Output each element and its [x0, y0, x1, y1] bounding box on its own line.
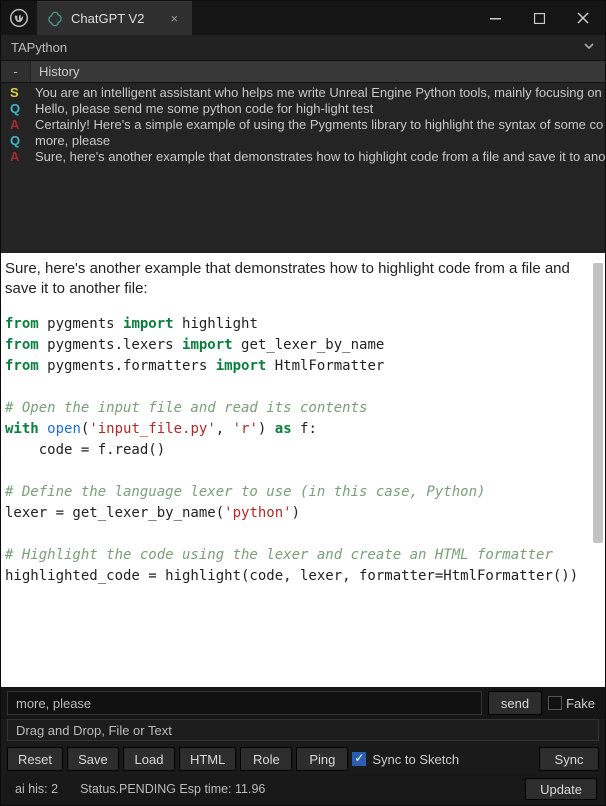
subheader-label: TAPython — [11, 40, 67, 55]
sync-sketch-checkbox[interactable] — [352, 752, 366, 766]
role-button[interactable]: Role — [240, 747, 292, 771]
dragdrop-area[interactable]: Drag and Drop, File or Text — [7, 719, 599, 741]
response-intro-text: Sure, here's another example that demons… — [5, 259, 585, 300]
tab-close-icon[interactable]: × — [170, 12, 178, 25]
load-button[interactable]: Load — [123, 747, 175, 771]
window-tab[interactable]: ChatGPT V2 × — [37, 1, 192, 35]
history-item[interactable]: Q more, please — [1, 133, 605, 149]
ping-button[interactable]: Ping — [296, 747, 348, 771]
save-button[interactable]: Save — [67, 747, 119, 771]
titlebar: ChatGPT V2 × — [1, 1, 605, 35]
input-row: send Fake — [1, 687, 605, 719]
app-logo — [1, 1, 37, 35]
status-pending: Status.PENDING Esp time: 11.96 — [80, 782, 265, 796]
response-panel: Sure, here's another example that demons… — [1, 253, 605, 687]
send-button[interactable]: send — [488, 691, 542, 715]
chatgpt-icon — [47, 11, 63, 27]
sync-button[interactable]: Sync — [539, 747, 599, 771]
window-root: ChatGPT V2 × TAPython - History S — [0, 0, 606, 806]
tab-title: ChatGPT V2 — [71, 11, 144, 26]
history-role: A — [1, 117, 31, 133]
history-item[interactable]: Q Hello, please send me some python code… — [1, 101, 605, 117]
response-content[interactable]: Sure, here's another example that demons… — [1, 253, 591, 687]
history-text: Hello, please send me some python code f… — [31, 101, 605, 117]
subheader-bar[interactable]: TAPython — [1, 35, 605, 61]
window-maximize-button[interactable] — [517, 1, 561, 35]
history-item[interactable]: A Sure, here's another example that demo… — [1, 149, 605, 165]
dragdrop-label: Drag and Drop, File or Text — [16, 723, 172, 738]
chat-input[interactable] — [7, 691, 482, 715]
history-role: Q — [1, 101, 31, 117]
history-text: Sure, here's another example that demons… — [31, 149, 605, 165]
history-label: History — [31, 61, 605, 82]
sync-sketch-label: Sync to Sketch — [372, 752, 459, 767]
fake-checkbox-group[interactable]: Fake — [548, 691, 599, 715]
history-role: Q — [1, 133, 31, 149]
history-item[interactable]: A Certainly! Here's a simple example of … — [1, 117, 605, 133]
scrollbar-thumb[interactable] — [593, 263, 603, 543]
history-header: - History — [1, 61, 605, 83]
chevron-down-icon — [583, 40, 595, 55]
reset-button[interactable]: Reset — [7, 747, 63, 771]
button-strip: Reset Save Load HTML Role Ping Sync to S… — [1, 745, 605, 775]
history-role: S — [1, 85, 31, 101]
status-ai-his: ai his: 2 — [15, 782, 58, 796]
history-list[interactable]: S You are an intelligent assistant who h… — [1, 83, 605, 253]
history-collapse-toggle[interactable]: - — [1, 61, 31, 82]
fake-checkbox[interactable] — [548, 696, 562, 710]
html-button[interactable]: HTML — [179, 747, 236, 771]
history-text: Certainly! Here's a simple example of us… — [31, 117, 605, 133]
history-item[interactable]: S You are an intelligent assistant who h… — [1, 85, 605, 101]
window-close-button[interactable] — [561, 1, 605, 35]
fake-label: Fake — [566, 696, 595, 711]
code-block: from pygments import highlight from pygm… — [5, 314, 585, 587]
unreal-logo-icon — [9, 8, 29, 28]
sync-sketch-group[interactable]: Sync to Sketch — [352, 752, 459, 767]
window-minimize-button[interactable] — [473, 1, 517, 35]
status-bar: ai his: 2 Status.PENDING Esp time: 11.96… — [1, 775, 605, 805]
history-role: A — [1, 149, 31, 165]
response-scrollbar[interactable] — [591, 253, 605, 687]
update-button[interactable]: Update — [525, 778, 597, 800]
history-text: more, please — [31, 133, 605, 149]
history-text: You are an intelligent assistant who hel… — [31, 85, 605, 101]
